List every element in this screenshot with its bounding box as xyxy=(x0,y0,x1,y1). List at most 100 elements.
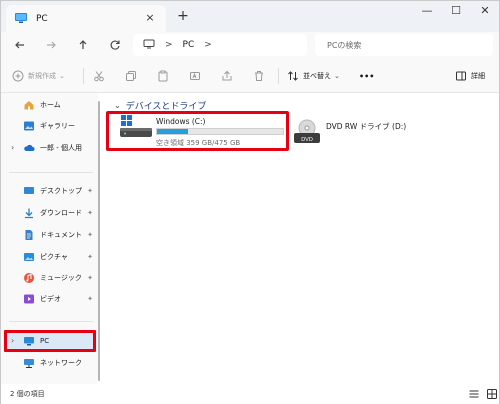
home-icon xyxy=(23,99,35,111)
list-view-icon xyxy=(469,390,479,398)
file-explorer-window: PC × + — ☐ ✕ > PC > PCの検索 新規作成 ⌄ 並べ替え ⌄ … xyxy=(0,0,500,404)
new-button[interactable]: 新規作成 ⌄ xyxy=(12,68,65,84)
pictures-icon xyxy=(23,251,35,263)
tiles-view-button[interactable] xyxy=(486,388,498,400)
sidebar-item-onedrive[interactable]: › 一郎 - 個人用 xyxy=(5,138,95,158)
sort-label: 並べ替え xyxy=(303,72,331,80)
tab-close-icon[interactable]: × xyxy=(144,12,156,24)
sidebar-item-label: ビデオ xyxy=(40,295,61,303)
tab-pc[interactable]: PC × xyxy=(6,5,166,32)
scissors-icon xyxy=(94,71,104,82)
sidebar-item-pictures[interactable]: ピクチャ ✦ xyxy=(5,247,95,267)
details-pane-icon xyxy=(456,71,466,81)
tab-title: PC xyxy=(36,13,48,24)
network-icon xyxy=(23,357,35,369)
pin-icon[interactable]: ✦ xyxy=(87,295,93,303)
music-icon xyxy=(23,272,35,284)
chevron-down-icon: ⌄ xyxy=(114,101,121,110)
gallery-icon xyxy=(23,120,35,132)
sidebar-item-music[interactable]: ミュージック ✦ xyxy=(5,268,95,288)
details-view-button[interactable] xyxy=(468,388,480,400)
dvd-badge: DVD xyxy=(301,137,313,143)
sidebar-item-label: 一郎 - 個人用 xyxy=(40,144,82,152)
pin-icon[interactable]: ✦ xyxy=(87,231,93,239)
cloud-icon xyxy=(23,142,35,154)
new-label: 新規作成 xyxy=(28,72,56,80)
arrow-left-icon xyxy=(15,41,24,49)
more-icon: ••• xyxy=(359,71,375,81)
forward-button[interactable] xyxy=(41,35,61,55)
details-label: 詳細 xyxy=(471,72,485,80)
sidebar-item-label: ギャラリー xyxy=(40,122,75,130)
sidebar-item-desktop[interactable]: デスクトップ ✦ xyxy=(5,181,95,201)
divider xyxy=(278,68,279,84)
sidebar-item-videos[interactable]: ビデオ ✦ xyxy=(5,289,95,309)
minimize-button[interactable]: — xyxy=(415,3,439,19)
document-icon xyxy=(23,229,35,241)
back-button[interactable] xyxy=(10,35,30,55)
sidebar-item-home[interactable]: ホーム xyxy=(5,95,95,115)
trash-icon xyxy=(255,71,263,81)
delete-button[interactable] xyxy=(253,68,265,84)
pin-icon[interactable]: ✦ xyxy=(87,253,93,261)
sidebar-item-gallery[interactable]: ギャラリー xyxy=(5,116,95,136)
up-button[interactable] xyxy=(73,35,93,55)
chevron-right-icon[interactable]: › xyxy=(11,143,14,152)
search-placeholder: PCの検索 xyxy=(327,40,362,50)
new-tab-button[interactable]: + xyxy=(175,8,191,24)
refresh-icon xyxy=(110,40,120,50)
drive-name: DVD RW ドライブ (D:) xyxy=(326,122,407,131)
pin-icon[interactable]: ✦ xyxy=(87,187,93,195)
share-button[interactable] xyxy=(221,68,233,84)
title-bar: PC × + — ☐ ✕ xyxy=(1,1,499,32)
breadcrumb-pc[interactable]: PC xyxy=(183,40,195,50)
paste-button[interactable] xyxy=(157,68,169,84)
sidebar-item-label: デスクトップ xyxy=(40,187,82,195)
arrow-up-icon xyxy=(79,40,87,49)
sidebar-scrollbar[interactable] xyxy=(98,101,100,381)
copy-icon xyxy=(126,71,136,81)
sidebar-item-documents[interactable]: ドキュメント ✦ xyxy=(5,225,95,245)
details-button[interactable]: 詳細 xyxy=(455,68,485,84)
divider xyxy=(9,321,93,322)
sidebar-item-downloads[interactable]: ダウンロード ✦ xyxy=(5,203,95,223)
more-options-button[interactable]: ••• xyxy=(359,68,374,84)
video-icon xyxy=(23,293,35,305)
sidebar-item-label: ミュージック xyxy=(40,274,82,282)
command-bar: 新規作成 ⌄ 並べ替え ⌄ ••• 詳細 xyxy=(1,58,499,93)
sidebar-item-network[interactable]: ネットワーク xyxy=(5,353,95,373)
status-bar: 2 個の項目 xyxy=(1,384,499,404)
copy-button[interactable] xyxy=(125,68,137,84)
sidebar-item-label: ドキュメント xyxy=(40,231,82,239)
highlight-outline-drive-c xyxy=(106,111,289,151)
arrow-right-icon xyxy=(47,41,56,49)
cut-button[interactable] xyxy=(93,68,105,84)
divider xyxy=(9,172,93,173)
sidebar-item-label: ネットワーク xyxy=(40,359,82,367)
chevron-down-icon: ⌄ xyxy=(59,72,65,80)
divider xyxy=(83,68,84,84)
highlight-outline-pc xyxy=(4,330,96,352)
close-button[interactable]: ✕ xyxy=(473,3,497,19)
chevron-down-icon: ⌄ xyxy=(334,72,340,80)
search-input[interactable]: PCの検索 xyxy=(315,34,493,56)
share-icon xyxy=(222,70,232,81)
sort-button[interactable]: 並べ替え ⌄ xyxy=(287,68,340,84)
sidebar-item-label: ピクチャ xyxy=(40,253,68,261)
refresh-button[interactable] xyxy=(105,35,125,55)
address-bar[interactable]: > PC > xyxy=(133,34,307,56)
pc-icon xyxy=(14,12,28,26)
desktop-icon xyxy=(23,185,35,197)
download-icon xyxy=(23,207,35,219)
maximize-button[interactable]: ☐ xyxy=(444,3,468,19)
pin-icon[interactable]: ✦ xyxy=(87,209,93,217)
sidebar-item-label: ホーム xyxy=(40,101,61,109)
sidebar-item-label: ダウンロード xyxy=(40,209,82,217)
breadcrumb-separator-trailing[interactable]: > xyxy=(204,40,212,50)
clipboard-icon xyxy=(158,70,168,82)
breadcrumb-separator[interactable]: > xyxy=(165,40,173,50)
tiles-view-icon xyxy=(487,389,497,399)
pin-icon[interactable]: ✦ xyxy=(87,274,93,282)
rename-button[interactable] xyxy=(189,68,201,84)
monitor-icon xyxy=(143,39,155,51)
